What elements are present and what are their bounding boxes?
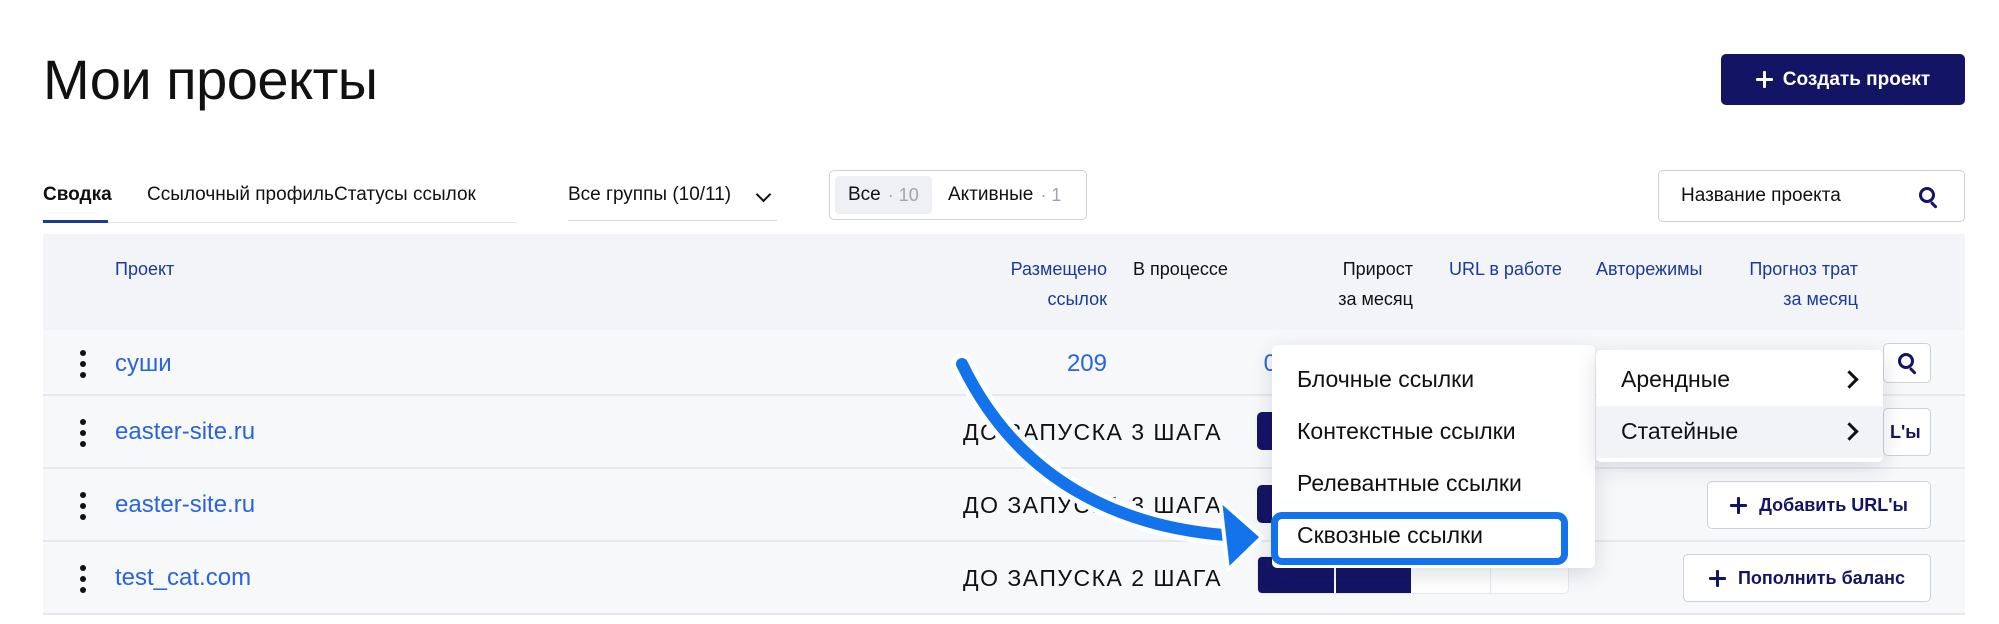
tab-link-statuses[interactable]: Статусы ссылок [334, 184, 476, 206]
submenu-item-rental[interactable]: Арендные [1596, 354, 1883, 406]
col-growth-line1: Прирост [1342, 259, 1413, 279]
submenu-item-article-label: Статейные [1621, 418, 1739, 444]
menu-item-relevant-links[interactable]: Релевантные ссылки [1297, 470, 1522, 497]
col-forecast-line2: за месяц [1783, 289, 1858, 309]
table-row[interactable]: easter-site.ru ДО ЗАПУСКА 3 ШАГА Добавит… [43, 469, 1965, 542]
plus-icon [1708, 569, 1726, 587]
chevron-down-icon [755, 186, 772, 203]
kebab-menu-icon[interactable] [79, 350, 87, 378]
col-project[interactable]: Проект [115, 254, 174, 284]
plus-icon [1730, 496, 1748, 514]
launch-status: ДО ЗАПУСКА 2 ШАГА [963, 565, 1223, 591]
table-header: Проект Размещено ссылок В процессе Приро… [43, 234, 1965, 330]
row-search-button[interactable] [1883, 343, 1931, 383]
submenu-item-article[interactable]: Статейные [1596, 406, 1883, 458]
top-up-balance-label: Пополнить баланс [1737, 567, 1906, 588]
launch-status: ДО ЗАПУСКА 3 ШАГА [963, 419, 1223, 445]
search-input[interactable] [1681, 183, 1901, 209]
col-placed-line2: ссылок [1047, 289, 1107, 309]
highlight-frame [1271, 512, 1568, 565]
project-link[interactable]: test_cat.com [115, 564, 251, 592]
tab-summary[interactable]: Сводка [43, 184, 112, 206]
kebab-menu-icon[interactable] [79, 565, 87, 593]
project-link[interactable]: easter-site.ru [115, 491, 255, 519]
filter-active-count: · 1 [1040, 184, 1062, 205]
search-icon[interactable] [1919, 187, 1937, 205]
in-process-count[interactable]: 0 [1173, 350, 1277, 378]
chevron-right-icon [1840, 370, 1859, 389]
filter-all[interactable]: Все · 10 [835, 176, 932, 214]
filter-active[interactable]: Активные · 1 [935, 176, 1074, 214]
project-link[interactable]: суши [115, 350, 172, 378]
col-forecast-line1: Прогноз трат [1749, 259, 1858, 279]
menu-item-context-links[interactable]: Контекстные ссылки [1297, 418, 1516, 445]
add-urls-button[interactable]: L'ы [1883, 408, 1931, 456]
placed-count[interactable]: 209 [1003, 350, 1107, 378]
launch-status: ДО ЗАПУСКА 3 ШАГА [963, 492, 1223, 518]
tab-link-profile[interactable]: Ссылочный профиль [147, 184, 334, 206]
filter-active-label: Активные [948, 184, 1034, 205]
kebab-menu-icon[interactable] [79, 419, 87, 447]
link-type-submenu: Арендные Статейные [1596, 350, 1883, 462]
groups-dropdown[interactable]: Все группы (10/11) [568, 172, 777, 221]
add-urls-button[interactable]: Добавить URL'ы [1707, 481, 1931, 529]
top-up-balance-button[interactable]: Пополнить баланс [1683, 554, 1931, 602]
project-search [1658, 170, 1965, 222]
col-placed-line1: Размещено [1010, 259, 1107, 279]
page-title: Мои проекты [43, 48, 378, 111]
search-icon [1898, 353, 1916, 371]
project-link[interactable]: easter-site.ru [115, 418, 255, 446]
col-url-in-work[interactable]: URL в работе [1449, 254, 1562, 284]
create-project-button[interactable]: Создать проект [1721, 54, 1965, 105]
add-urls-label: Добавить URL'ы [1759, 494, 1908, 515]
groups-dropdown-label: Все группы (10/11) [568, 184, 732, 205]
filter-all-count: · 10 [887, 184, 919, 205]
menu-item-block-links[interactable]: Блочные ссылки [1297, 366, 1474, 393]
active-tab-indicator [43, 220, 108, 223]
create-project-label: Создать проект [1782, 68, 1931, 90]
plus-icon [1755, 71, 1773, 88]
status-filter: Все · 10 Активные · 1 [829, 170, 1087, 220]
col-growth-line2: за месяц [1338, 289, 1413, 309]
col-placed[interactable]: Размещено ссылок [983, 254, 1107, 314]
chevron-right-icon [1840, 422, 1859, 441]
col-forecast[interactable]: Прогноз трат за месяц [1733, 254, 1858, 314]
view-tabs: Сводка Ссылочный профиль Статусы ссылок [43, 172, 517, 223]
col-automodes[interactable]: Авторежимы [1596, 254, 1702, 284]
filter-all-label: Все [848, 184, 881, 205]
col-in-process[interactable]: В процессе [1133, 254, 1228, 284]
kebab-menu-icon[interactable] [79, 492, 87, 520]
table-row[interactable]: test_cat.com ДО ЗАПУСКА 2 ШАГА Пополнить… [43, 542, 1965, 615]
col-growth[interactable]: Прирост за месяц [1303, 254, 1413, 314]
submenu-item-rental-label: Арендные [1621, 366, 1731, 392]
add-urls-label-partial: L'ы [1890, 421, 1921, 442]
